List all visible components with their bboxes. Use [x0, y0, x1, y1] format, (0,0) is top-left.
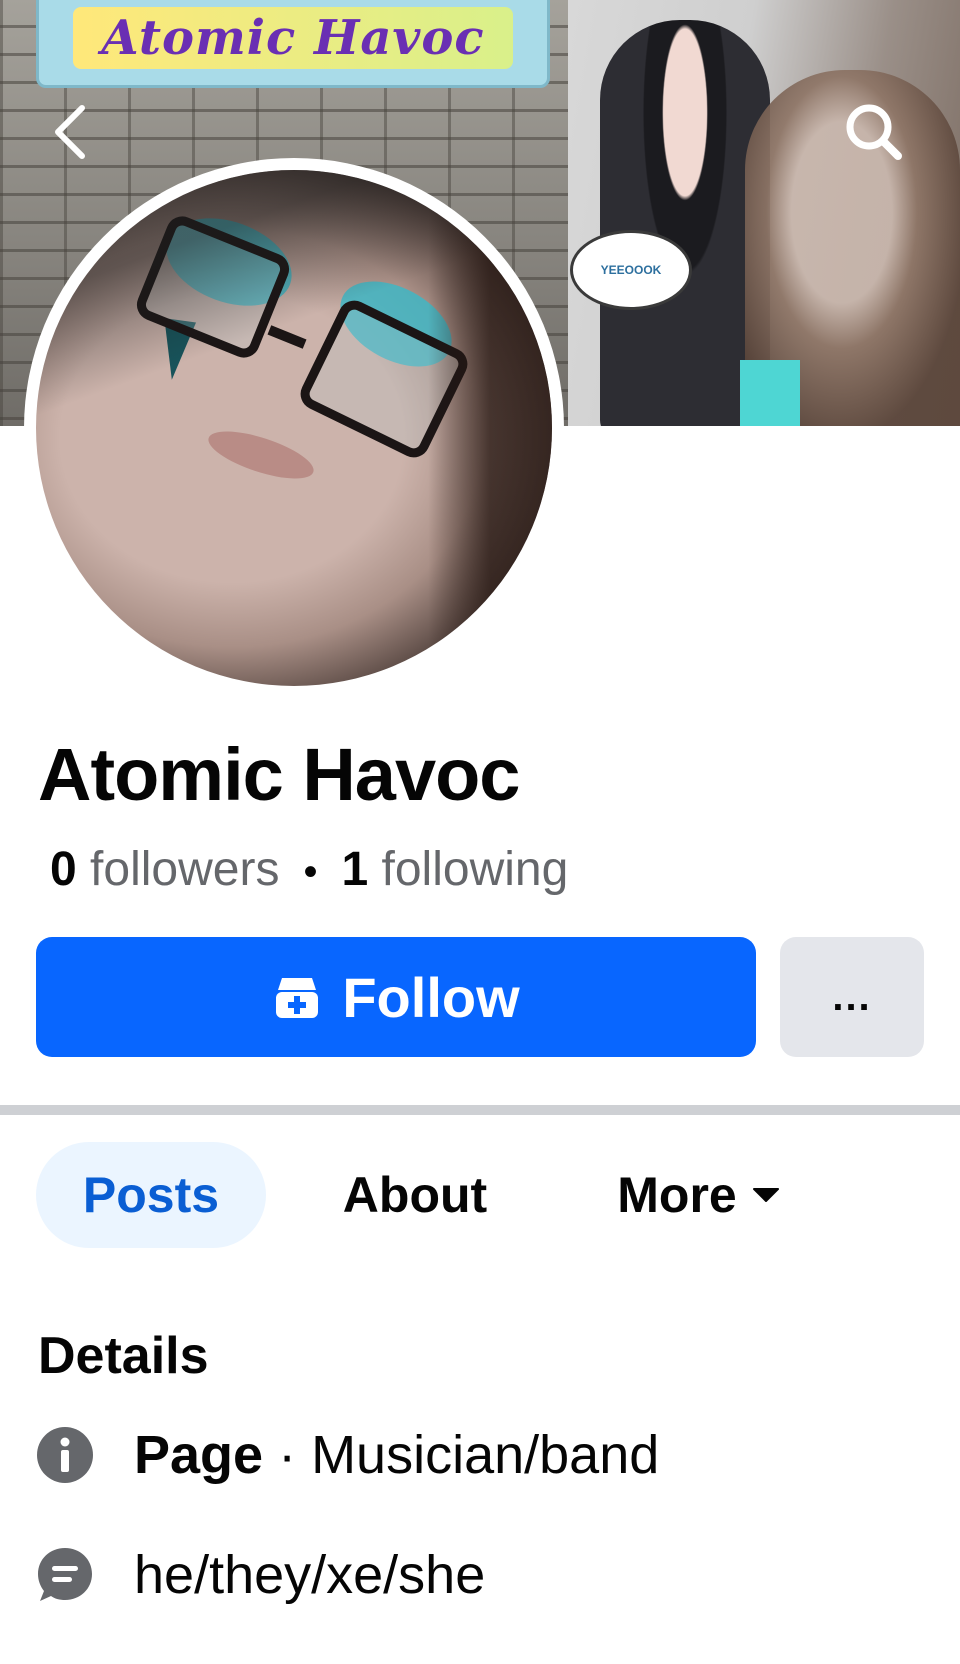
- detail-pronouns: he/they/xe/she: [36, 1544, 485, 1606]
- follow-page-icon: [276, 978, 319, 1018]
- chevron-left-icon: [55, 105, 85, 159]
- details-heading: Details: [38, 1327, 209, 1385]
- cover-sign: Atomic Havoc: [36, 0, 550, 88]
- cover-sign-text: Atomic Havoc: [73, 7, 513, 69]
- following-link[interactable]: 1 following: [341, 843, 568, 896]
- detail-page-separator: ·: [263, 1425, 312, 1485]
- more-options-label: ...: [832, 974, 872, 1019]
- following-count: 1: [341, 843, 369, 896]
- stats-separator: •: [303, 849, 318, 894]
- info-icon: [36, 1426, 94, 1484]
- avatar-shading: [36, 170, 552, 686]
- cover-speech-bubble: YEEOOOK: [570, 230, 692, 310]
- avatar-photo: [36, 170, 552, 686]
- tab-more-label: More: [617, 1167, 737, 1223]
- followers-link[interactable]: 0 followers: [50, 843, 279, 896]
- tab-about-label: About: [342, 1167, 488, 1223]
- follow-button-label: Follow: [342, 965, 520, 1029]
- tab-posts-label: Posts: [82, 1167, 220, 1223]
- profile-avatar[interactable]: [24, 158, 564, 698]
- follow-button[interactable]: Follow: [36, 937, 756, 1057]
- tab-more[interactable]: More: [584, 1142, 814, 1248]
- detail-page-category-text: Musician/band: [311, 1425, 660, 1485]
- profile-name: Atomic Havoc: [38, 733, 520, 816]
- followers-label: followers: [90, 843, 280, 896]
- tab-about[interactable]: About: [300, 1142, 530, 1248]
- caret-down-icon: [752, 1188, 779, 1202]
- search-button[interactable]: [842, 100, 906, 164]
- detail-page-category: Page · Musician/band: [36, 1424, 659, 1486]
- following-label: following: [381, 843, 569, 896]
- section-divider: [0, 1105, 960, 1115]
- cover-bubble-text: YEEOOOK: [600, 263, 662, 277]
- detail-pronouns-text: he/they/xe/she: [134, 1545, 486, 1605]
- pronouns-icon: [36, 1546, 94, 1604]
- detail-page-text: Page · Musician/band: [134, 1424, 659, 1486]
- search-icon: [846, 104, 902, 160]
- follow-stats: 0 followers • 1 following: [50, 842, 568, 897]
- cover-teal-accent: [740, 360, 800, 426]
- tab-posts[interactable]: Posts: [36, 1142, 266, 1248]
- back-button[interactable]: [38, 100, 102, 164]
- followers-count: 0: [50, 843, 77, 896]
- more-options-button[interactable]: ...: [780, 937, 924, 1057]
- detail-page-bold: Page: [134, 1425, 264, 1485]
